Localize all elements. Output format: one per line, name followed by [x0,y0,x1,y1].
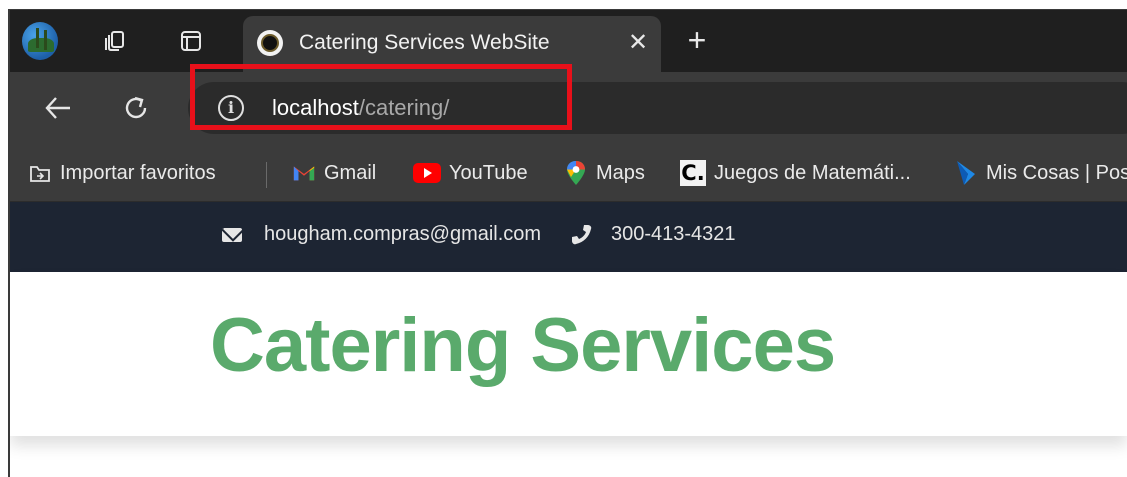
site-contact-bar: hougham.compras@gmail.com 300-413-4321 [10,202,1127,272]
tab-strip: Catering Services WebSite ✕ + [10,10,1127,72]
browser-window: Catering Services WebSite ✕ + i localhos [8,9,1127,477]
page-title[interactable]: Catering Services [210,302,836,389]
blue-arrow-icon [954,161,978,185]
page-content: hougham.compras@gmail.com 300-413-4321 C… [10,202,1127,477]
bookmark-youtube[interactable]: YouTube [413,158,528,188]
bookmarks-bar: Importar favoritos Gmail YouTube Maps C.… [10,144,1127,202]
vertical-tabs-icon [181,31,201,51]
url-path: /catering/ [358,95,450,120]
bookmark-label: Mis Cosas | Pos [986,161,1127,184]
bookmark-label: Gmail [324,161,377,184]
reload-icon [125,96,147,119]
bookmark-maps[interactable]: Maps [564,158,645,188]
contact-email[interactable]: hougham.compras@gmail.com [264,223,541,246]
c-logo-icon: C. [680,160,706,186]
maps-icon [564,161,588,185]
bookmarks-divider [266,162,267,188]
bookmark-label: Maps [596,161,645,184]
back-arrow-icon [45,97,70,119]
bookmark-mis-cosas[interactable]: Mis Cosas | Pos [954,158,1127,188]
bookmark-label: Juegos de Matemáti... [714,161,911,184]
tab-actions-button[interactable] [173,23,209,59]
contact-phone[interactable]: 300-413-4321 [611,223,736,246]
workspaces-icon [105,31,124,51]
bookmark-label: YouTube [449,161,528,184]
site-favicon-icon [257,30,283,56]
profile-avatar-button[interactable] [22,22,58,60]
tab-title: Catering Services WebSite [299,31,550,54]
plus-icon: + [687,22,707,58]
browser-toolbar: i localhost/catering/ [10,72,1127,144]
bookmark-juegos-de-matematicas[interactable]: C. Juegos de Matemáti... [680,158,911,188]
envelope-icon [222,228,242,242]
site-header: Catering Services [10,272,1127,436]
reload-button[interactable] [118,90,154,126]
bookmark-import-favorites[interactable]: Importar favoritos [28,158,216,188]
address-bar[interactable]: i localhost/catering/ [188,82,1127,134]
phone-icon [572,225,592,245]
close-tab-button[interactable]: ✕ [623,28,653,58]
bookmark-label: Importar favoritos [60,161,216,184]
new-tab-button[interactable]: + [680,24,714,58]
youtube-icon [413,163,441,183]
import-favorites-icon [28,162,52,184]
bookmark-gmail[interactable]: Gmail [292,158,376,188]
url-text[interactable]: localhost/catering/ [272,95,449,121]
url-host: localhost [272,95,359,120]
avatar [22,22,58,60]
close-icon: ✕ [627,29,649,56]
tab-catering-services[interactable]: Catering Services WebSite ✕ [243,16,661,72]
gmail-icon [292,162,316,184]
workspaces-button[interactable] [97,23,133,59]
site-info-icon[interactable]: i [218,95,244,121]
back-button[interactable] [40,90,76,126]
